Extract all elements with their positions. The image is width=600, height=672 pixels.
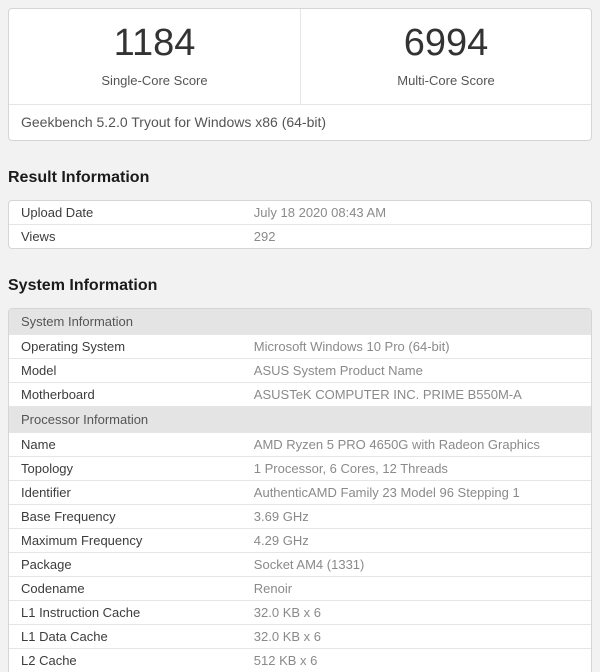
system-information-heading: System Information [8,277,158,294]
single-core-score-value: 1184 [113,22,196,64]
row-label: L2 Cache [21,653,77,668]
row-label: Maximum Frequency [21,533,143,548]
table-row: Operating System Microsoft Windows 10 Pr… [9,334,591,358]
row-value: 292 [253,229,276,244]
geekbench-result-page: 1184 Single-Core Score 6994 Multi-Core S… [0,0,600,672]
row-value: 32.0 KB x 6 [253,605,322,620]
row-value: 512 KB x 6 [253,653,318,668]
row-label: Operating System [21,339,126,354]
row-value: ASUS System Product Name [253,363,423,378]
table-row: L2 Cache 512 KB x 6 [9,648,591,672]
row-label: L1 Data Cache [21,629,108,644]
row-value: Renoir [253,581,293,596]
table-row: Motherboard ASUSTeK COMPUTER INC. PRIME … [9,382,591,406]
row-value: 3.69 GHz [253,509,309,524]
row-value: July 18 2020 08:43 AM [253,205,387,220]
row-value: Microsoft Windows 10 Pro (64-bit) [253,339,450,354]
table-row: Model ASUS System Product Name [9,358,591,382]
subheader-label: Processor Information [21,412,149,427]
subheader-label: System Information [21,314,133,329]
table-row: L1 Instruction Cache 32.0 KB x 6 [9,600,591,624]
row-label: Topology [21,461,74,476]
benchmark-version-text: Geekbench 5.2.0 Tryout for Windows x86 (… [9,104,591,140]
row-value: 32.0 KB x 6 [253,629,322,644]
row-label: Motherboard [21,387,95,402]
row-value: AMD Ryzen 5 PRO 4650G with Radeon Graphi… [253,437,540,452]
multi-core-score-label: Multi-Core Score [397,73,495,88]
result-information-table: Upload Date July 18 2020 08:43 AM Views … [8,200,592,249]
score-row: 1184 Single-Core Score 6994 Multi-Core S… [9,9,591,104]
single-core-score-cell: 1184 Single-Core Score [9,9,300,104]
multi-core-score-value: 6994 [403,22,489,64]
row-label: Codename [21,581,85,596]
system-information-subheader: System Information [9,309,591,334]
table-row: Codename Renoir [9,576,591,600]
processor-information-subheader: Processor Information [9,406,591,432]
row-value: Socket AM4 (1331) [253,557,365,572]
single-core-score-label: Single-Core Score [101,73,208,88]
table-row: Base Frequency 3.69 GHz [9,504,591,528]
table-row: Upload Date July 18 2020 08:43 AM [9,201,591,224]
table-row: Identifier AuthenticAMD Family 23 Model … [9,480,591,504]
table-row: Package Socket AM4 (1331) [9,552,591,576]
score-card: 1184 Single-Core Score 6994 Multi-Core S… [8,8,592,141]
table-row: Topology 1 Processor, 6 Cores, 12 Thread… [9,456,591,480]
row-label: Package [21,557,72,572]
row-label: Upload Date [21,205,94,220]
row-label: Base Frequency [21,509,116,524]
table-row: Maximum Frequency 4.29 GHz [9,528,591,552]
result-information-heading: Result Information [8,169,150,186]
row-label: Name [21,437,56,452]
row-label: Model [21,363,57,378]
system-information-table: System Information Operating System Micr… [8,308,592,672]
row-label: L1 Instruction Cache [21,605,141,620]
row-label: Views [21,229,56,244]
row-value: 4.29 GHz [253,533,309,548]
table-row: L1 Data Cache 32.0 KB x 6 [9,624,591,648]
row-label: Identifier [21,485,71,500]
row-value: ASUSTeK COMPUTER INC. PRIME B550M-A [253,387,522,402]
table-row: Views 292 [9,224,591,248]
multi-core-score-cell: 6994 Multi-Core Score [300,9,591,104]
row-value: AuthenticAMD Family 23 Model 96 Stepping… [253,485,520,500]
row-value: 1 Processor, 6 Cores, 12 Threads [253,461,448,476]
table-row: Name AMD Ryzen 5 PRO 4650G with Radeon G… [9,432,591,456]
